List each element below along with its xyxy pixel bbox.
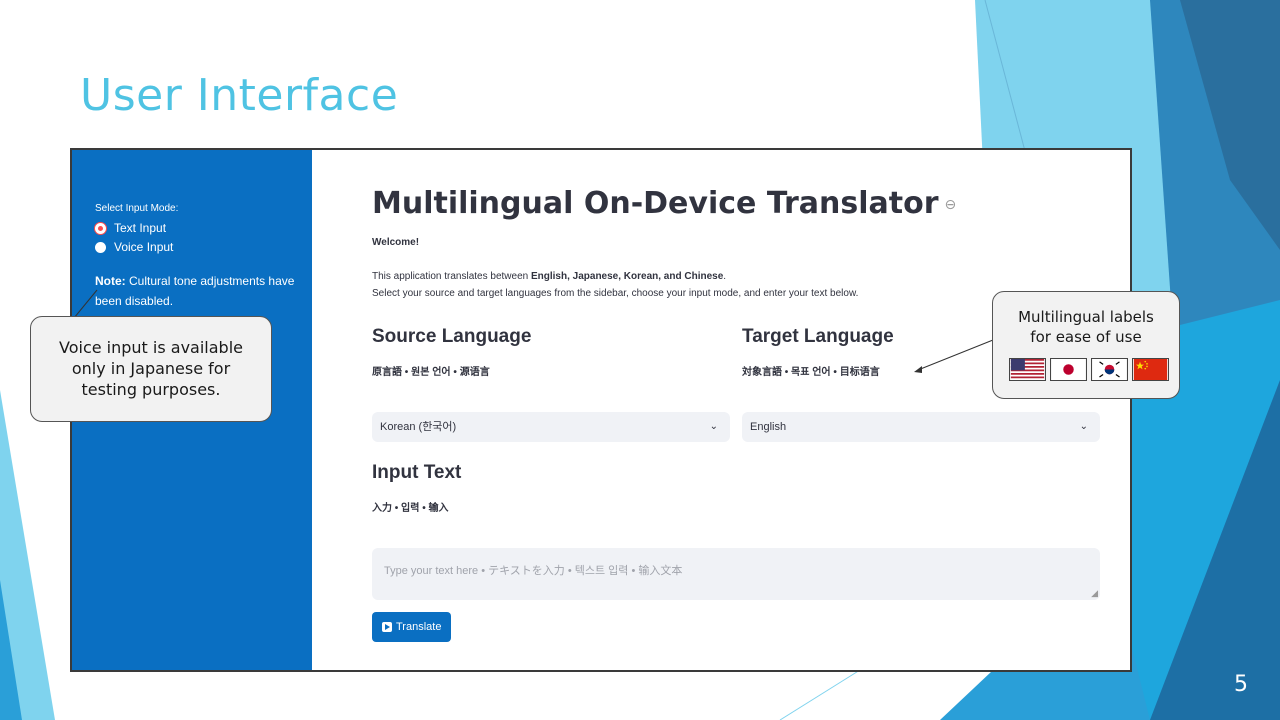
input-mode-label: Select Input Mode: <box>95 203 179 214</box>
callout-voice-input: Voice input is available only in Japanes… <box>30 316 272 422</box>
input-text-subheading: 入力 • 입력 • 输入 <box>372 503 449 514</box>
page-number: 5 <box>1234 672 1248 697</box>
slide-title: User Interface <box>80 70 399 121</box>
japan-flag-icon <box>1050 358 1087 381</box>
callout-multilingual-labels: Multilingual labels for ease of use <box>992 291 1180 399</box>
source-language-value: Korean (한국어) <box>380 421 457 433</box>
callout-line: Voice input is available <box>59 338 243 357</box>
note-text: Cultural tone adjustments have been disa… <box>95 274 295 308</box>
resize-handle-icon[interactable]: ◢ <box>1091 588 1098 599</box>
translate-button[interactable]: Translate <box>372 612 452 642</box>
main-content: Multilingual On-Device Translator ⊖ Welco… <box>312 150 1130 670</box>
source-language-heading: Source Language <box>372 326 532 347</box>
play-icon <box>382 622 392 632</box>
app-title-text: Multilingual On-Device Translator <box>372 186 939 221</box>
radio-selected-icon[interactable] <box>95 222 106 234</box>
radio-label: Voice Input <box>114 240 174 254</box>
korea-flag-icon <box>1091 358 1128 381</box>
target-language-subheading: 対象言語 • 목표 언어 • 目标语言 <box>742 367 880 378</box>
target-language-value: English <box>750 421 787 433</box>
us-flag-icon <box>1009 358 1046 381</box>
radio-label: Text Input <box>114 221 167 235</box>
callout-line: for ease of use <box>1030 328 1142 346</box>
radio-voice-input[interactable]: Voice Input <box>95 240 173 254</box>
textarea-placeholder: Type your text here • テキストを入力 • 텍스트 입력 •… <box>384 565 683 577</box>
target-language-heading: Target Language <box>742 326 894 347</box>
link-icon[interactable]: ⊖ <box>945 197 957 213</box>
description-part: . <box>723 271 727 282</box>
description-languages: English, Japanese, Korean, and Chinese <box>530 271 724 282</box>
note-label: Note: <box>95 274 126 288</box>
radio-unselected-icon[interactable] <box>95 241 106 253</box>
radio-text-input[interactable]: Text Input <box>95 221 166 235</box>
callout-line: only in Japanese for <box>71 359 231 378</box>
translate-label: Translate <box>396 621 442 633</box>
welcome-text: Welcome! <box>372 237 420 248</box>
callout-line: testing purposes. <box>81 380 221 399</box>
source-language-select[interactable]: Korean (한국어) ⌄ <box>372 412 730 442</box>
input-textarea[interactable]: Type your text here • テキストを入力 • 텍스트 입력 •… <box>372 548 1100 600</box>
sidebar-note: Note: Cultural tone adjustments have bee… <box>95 271 295 311</box>
app-title: Multilingual On-Device Translator ⊖ <box>372 186 956 221</box>
description: This application translates between Engl… <box>372 268 858 302</box>
china-flag-icon <box>1132 358 1169 381</box>
flag-row <box>1009 358 1169 381</box>
description-line2: Select your source and target languages … <box>372 288 859 299</box>
callout-line: Multilingual labels <box>1018 308 1154 326</box>
source-language-subheading: 原言語 • 원본 언어 • 源语言 <box>372 367 490 378</box>
input-text-heading: Input Text <box>372 462 462 483</box>
target-language-select[interactable]: English ⌄ <box>742 412 1100 442</box>
description-part: This application translates between <box>372 271 531 282</box>
chevron-down-icon[interactable]: ⌄ <box>710 412 718 442</box>
chevron-down-icon[interactable]: ⌄ <box>1080 412 1088 442</box>
